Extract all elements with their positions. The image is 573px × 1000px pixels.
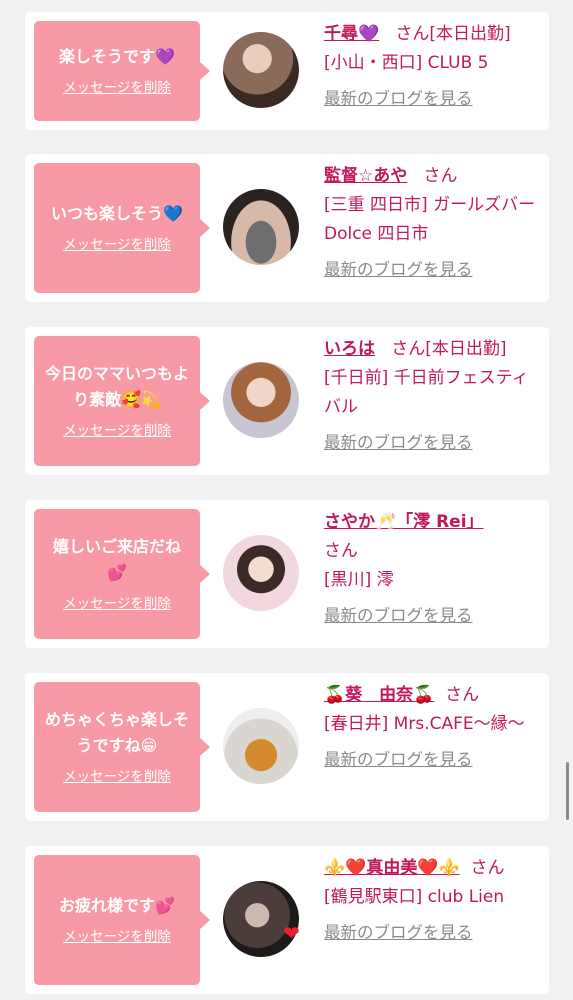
- avatar[interactable]: [223, 362, 299, 438]
- message-bubble: お疲れ様です💕 メッセージを削除: [34, 855, 210, 985]
- delete-message-link[interactable]: メッセージを削除: [63, 594, 171, 614]
- latest-blog-link[interactable]: 最新のブログを見る: [324, 918, 473, 947]
- avatar[interactable]: [223, 189, 299, 265]
- cast-info: 千尋💜 さん[本日出勤] [小山・西口] CLUB 5 最新のブログを見る: [324, 20, 542, 114]
- shop-name: [黒川] 澪: [324, 570, 394, 590]
- shop-name: [鶴見駅東口] club Lien: [324, 887, 505, 907]
- latest-blog-link[interactable]: 最新のブログを見る: [324, 428, 473, 457]
- message-bubble: 嬉しいご来店だね💕 メッセージを削除: [34, 509, 210, 639]
- shop-name: [千日前] 千日前フェスティバル: [324, 368, 529, 417]
- message-text: お疲れ様です💕: [59, 896, 175, 915]
- cast-name-link[interactable]: ⚜️❤️真由美❤️⚜️: [324, 858, 460, 878]
- delete-message-link[interactable]: メッセージを削除: [63, 767, 171, 787]
- cast-name-link[interactable]: 🍒葵 由奈🍒: [324, 685, 434, 705]
- heart-icon: ❤: [283, 921, 300, 945]
- message-text: 楽しそうです💜: [59, 47, 175, 66]
- honorific: さん: [423, 166, 458, 186]
- delete-message-link[interactable]: メッセージを削除: [63, 78, 171, 98]
- cast-name-link[interactable]: さやか🥂「澪 Rei」: [324, 512, 484, 532]
- message-card: 嬉しいご来店だね💕 メッセージを削除 さやか🥂「澪 Rei」 さん [黒川] 澪…: [25, 500, 549, 648]
- message-card: お疲れ様です💕 メッセージを削除 ❤ ⚜️❤️真由美❤️⚜️ さん [鶴見駅東口…: [25, 846, 549, 994]
- latest-blog-link[interactable]: 最新のブログを見る: [324, 84, 473, 113]
- cast-name-link[interactable]: いろは: [324, 339, 375, 359]
- message-card: いつも楽しそう💙 メッセージを削除 監督☆あや さん [三重 四日市] ガールズ…: [25, 154, 549, 302]
- cast-name-link[interactable]: 千尋💜: [324, 24, 379, 44]
- avatar[interactable]: [223, 881, 299, 957]
- honorific: さん: [391, 339, 426, 359]
- message-card: 楽しそうです💜 メッセージを削除 千尋💜 さん[本日出勤] [小山・西口] CL…: [25, 12, 549, 130]
- scrollbar[interactable]: [566, 762, 569, 820]
- message-text: いつも楽しそう💙: [51, 204, 183, 223]
- honorific: さん: [470, 858, 505, 878]
- message-text: めちゃくちゃ楽しそうですね😁: [44, 710, 189, 755]
- shop-name: [春日井] Mrs.CAFE〜縁〜: [324, 714, 525, 734]
- message-bubble: 今日のママいつもより素敵🥰💫 メッセージを削除: [34, 336, 210, 466]
- cast-info: 🍒葵 由奈🍒 さん [春日井] Mrs.CAFE〜縁〜 最新のブログを見る: [324, 681, 542, 775]
- cast-info: 監督☆あや さん [三重 四日市] ガールズバー Dolce 四日市 最新のブロ…: [324, 162, 542, 285]
- latest-blog-link[interactable]: 最新のブログを見る: [324, 745, 473, 774]
- message-card: 今日のママいつもより素敵🥰💫 メッセージを削除 いろは さん[本日出勤] [千日…: [25, 327, 549, 475]
- cast-info: いろは さん[本日出勤] [千日前] 千日前フェスティバル 最新のブログを見る: [324, 335, 542, 458]
- status-badge: [本日出勤]: [429, 24, 511, 44]
- honorific: さん: [395, 24, 430, 44]
- cast-name-link[interactable]: 監督☆あや: [324, 166, 407, 186]
- honorific: さん: [324, 541, 358, 561]
- message-bubble: いつも楽しそう💙 メッセージを削除: [34, 163, 210, 293]
- status-badge: [本日出勤]: [425, 339, 507, 359]
- cast-info: さやか🥂「澪 Rei」 さん [黒川] 澪 最新のブログを見る: [324, 508, 542, 631]
- delete-message-link[interactable]: メッセージを削除: [63, 235, 171, 255]
- avatar[interactable]: [223, 32, 299, 108]
- message-text: 今日のママいつもより素敵🥰💫: [44, 364, 189, 409]
- message-card: めちゃくちゃ楽しそうですね😁 メッセージを削除 🍒葵 由奈🍒 さん [春日井] …: [25, 673, 549, 821]
- cast-info: ⚜️❤️真由美❤️⚜️ さん [鶴見駅東口] club Lien 最新のブログを…: [324, 854, 542, 948]
- delete-message-link[interactable]: メッセージを削除: [63, 927, 171, 947]
- message-text: 嬉しいご来店だね💕: [52, 537, 181, 582]
- shop-name: [三重 四日市] ガールズバー Dolce 四日市: [324, 195, 536, 244]
- latest-blog-link[interactable]: 最新のブログを見る: [324, 255, 473, 284]
- delete-message-link[interactable]: メッセージを削除: [63, 421, 171, 441]
- message-bubble: 楽しそうです💜 メッセージを削除: [34, 21, 210, 121]
- avatar[interactable]: [223, 708, 299, 784]
- message-bubble: めちゃくちゃ楽しそうですね😁 メッセージを削除: [34, 682, 210, 812]
- latest-blog-link[interactable]: 最新のブログを見る: [324, 601, 473, 630]
- shop-name: [小山・西口] CLUB 5: [324, 53, 489, 73]
- avatar[interactable]: [223, 535, 299, 611]
- honorific: さん: [445, 685, 480, 705]
